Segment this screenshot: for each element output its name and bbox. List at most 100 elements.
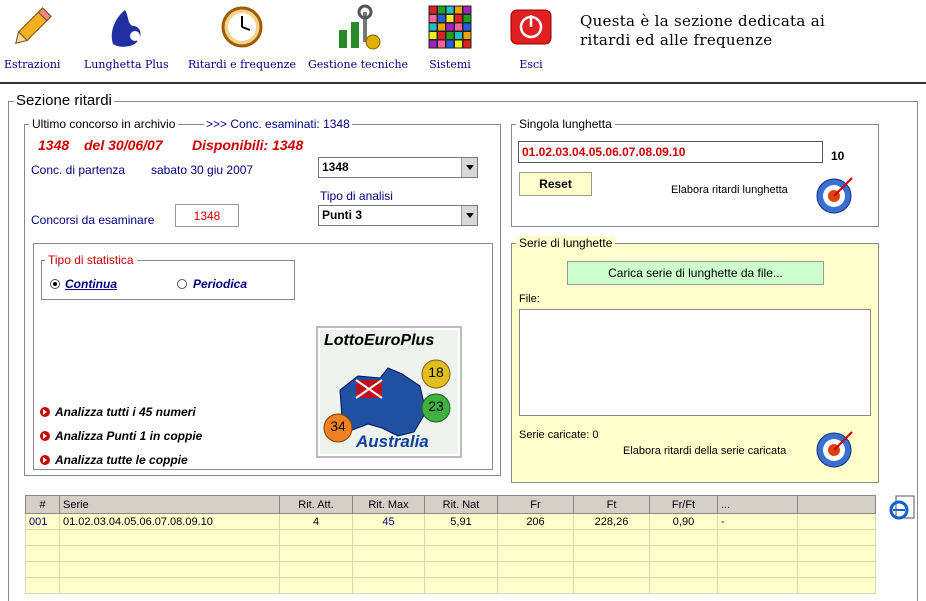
cell-empty — [717, 529, 798, 546]
table-row[interactable]: 001 01.02.03.04.05.06.07.08.09.10 4 45 5… — [25, 513, 876, 530]
radio-continua-label[interactable]: Continua — [65, 277, 117, 291]
toolbar-lunghetta-plus[interactable]: Lunghetta Plus — [84, 4, 169, 71]
cell-empty — [797, 529, 876, 546]
chevron-down-icon[interactable] — [461, 158, 477, 177]
link-label: Analizza tutte le coppie — [55, 453, 188, 467]
load-series-button[interactable]: Carica serie di lunghette da file... — [567, 261, 824, 285]
link-label: Analizza Punti 1 in coppie — [55, 429, 203, 443]
pencil-icon — [9, 4, 55, 50]
series-loaded-count: Serie caricate: 0 — [519, 429, 599, 441]
cell-empty — [717, 545, 798, 562]
cell-empty — [59, 545, 280, 562]
cell-empty — [797, 561, 876, 578]
cell-empty — [25, 545, 60, 562]
cell-empty — [573, 545, 650, 562]
toolbar-esci[interactable]: Esci — [508, 4, 554, 71]
logo-subtitle: Australia — [356, 432, 429, 451]
to-examine-input[interactable]: 1348 — [175, 204, 239, 227]
cell-empty — [424, 545, 498, 562]
header-text: Questa è la sezione dedicata ai ritardi … — [580, 12, 825, 50]
radio-continua[interactable] — [50, 279, 60, 289]
start-conc-value: 1348 — [322, 160, 349, 174]
link-analizza-coppie[interactable]: Analizza tutte le coppie — [40, 453, 188, 467]
process-lunghetta-label[interactable]: Elabora ritardi lunghetta — [671, 184, 788, 196]
col-header[interactable]: Ft — [573, 495, 650, 514]
analysis-label: Tipo di analisi — [320, 189, 393, 203]
cell-empty — [279, 561, 353, 578]
table-row-empty — [25, 577, 876, 594]
target-icon[interactable] — [814, 428, 854, 468]
cell-empty — [25, 561, 60, 578]
toolbar-ritardi-frequenze[interactable]: Ritardi e frequenze — [188, 4, 296, 71]
logo-ball: 18 — [428, 364, 444, 380]
col-header[interactable]: ... — [717, 495, 798, 514]
toolbar-sistemi[interactable]: Sistemi — [427, 4, 473, 71]
cell-rit-att: 4 — [279, 513, 353, 530]
col-header[interactable]: Rit. Nat — [424, 495, 498, 514]
link-analizza-45[interactable]: Analizza tutti i 45 numeri — [40, 405, 196, 419]
cell-empty — [279, 529, 353, 546]
cell-empty — [59, 561, 280, 578]
lunghetta-input[interactable]: 01.02.03.04.05.06.07.08.09.10 — [518, 141, 823, 163]
cell-empty — [59, 577, 280, 594]
last-conc-date: del 30/06/07 — [84, 137, 163, 153]
link-analizza-punti1[interactable]: Analizza Punti 1 in coppie — [40, 429, 202, 443]
col-header-empty — [797, 495, 876, 514]
cell-empty — [352, 529, 425, 546]
chevron-down-icon[interactable] — [461, 206, 477, 225]
clock-icon — [219, 4, 265, 50]
to-examine-label: Concorsi da esaminare — [31, 213, 155, 227]
cell-empty — [352, 561, 425, 578]
table-row-empty — [25, 545, 876, 562]
cell-rit-max: 45 — [352, 513, 425, 530]
logo-ball: 23 — [428, 398, 444, 414]
lunghetta-count: 10 — [831, 149, 845, 163]
col-header[interactable]: Serie — [59, 495, 280, 514]
start-date: sabato 30 giu 2007 — [151, 163, 254, 177]
cell-empty — [424, 577, 498, 594]
cell-empty — [573, 529, 650, 546]
radio-periodica-label[interactable]: Periodica — [193, 277, 247, 291]
col-header[interactable]: # — [25, 495, 60, 514]
col-header[interactable]: Rit. Att. — [279, 495, 353, 514]
file-textarea[interactable] — [519, 309, 871, 416]
section-title: Sezione ritardi — [14, 92, 114, 109]
table-row-empty — [25, 529, 876, 546]
radio-periodica[interactable] — [177, 279, 187, 289]
stat-legend: Tipo di statistica — [45, 253, 137, 267]
toolbar-estrazioni[interactable]: Estrazioni — [4, 4, 60, 71]
conc-examined: >>> Conc. esaminati: 1348 — [204, 117, 352, 131]
col-header[interactable]: Fr — [497, 495, 574, 514]
cell-empty — [649, 529, 718, 546]
process-series-label[interactable]: Elabora ritardi della serie caricata — [623, 445, 786, 457]
cell-index: 001 — [25, 513, 60, 530]
logo-title: LottoEuroPlus — [324, 332, 435, 349]
cell-empty — [573, 577, 650, 594]
cell-fr: 206 — [497, 513, 574, 530]
col-header[interactable]: Rit. Max — [352, 495, 425, 514]
toolbar-gestione-tecniche[interactable]: Gestione tecniche — [308, 4, 408, 71]
toolbar-label: Sistemi — [429, 58, 471, 71]
cell-empty — [649, 561, 718, 578]
cell-ft: 228,26 — [573, 513, 650, 530]
reset-button[interactable]: Reset — [519, 172, 592, 196]
table-header-row: # Serie Rit. Att. Rit. Max Rit. Nat Fr F… — [25, 495, 876, 514]
header-line: ritardi ed alle frequenze — [580, 31, 773, 49]
toolbar-label: Lunghetta Plus — [84, 58, 169, 71]
cell-empty — [279, 545, 353, 562]
export-ie-icon[interactable] — [888, 494, 916, 522]
cell-fr-ft: 0,90 — [649, 513, 718, 530]
cell-empty — [717, 577, 798, 594]
table-row-empty — [25, 561, 876, 578]
start-conc-select[interactable]: 1348 — [318, 157, 478, 178]
toolbar-divider — [0, 82, 926, 84]
col-header[interactable]: Fr/Ft — [649, 495, 718, 514]
cell-extra: - — [717, 513, 798, 530]
target-icon[interactable] — [814, 174, 854, 214]
lottery-hand-icon — [103, 4, 149, 50]
cell-empty — [649, 577, 718, 594]
toolbar-label: Esci — [519, 58, 543, 71]
exit-icon — [508, 4, 554, 50]
cell-empty — [352, 577, 425, 594]
analysis-select[interactable]: Punti 3 — [318, 205, 478, 226]
